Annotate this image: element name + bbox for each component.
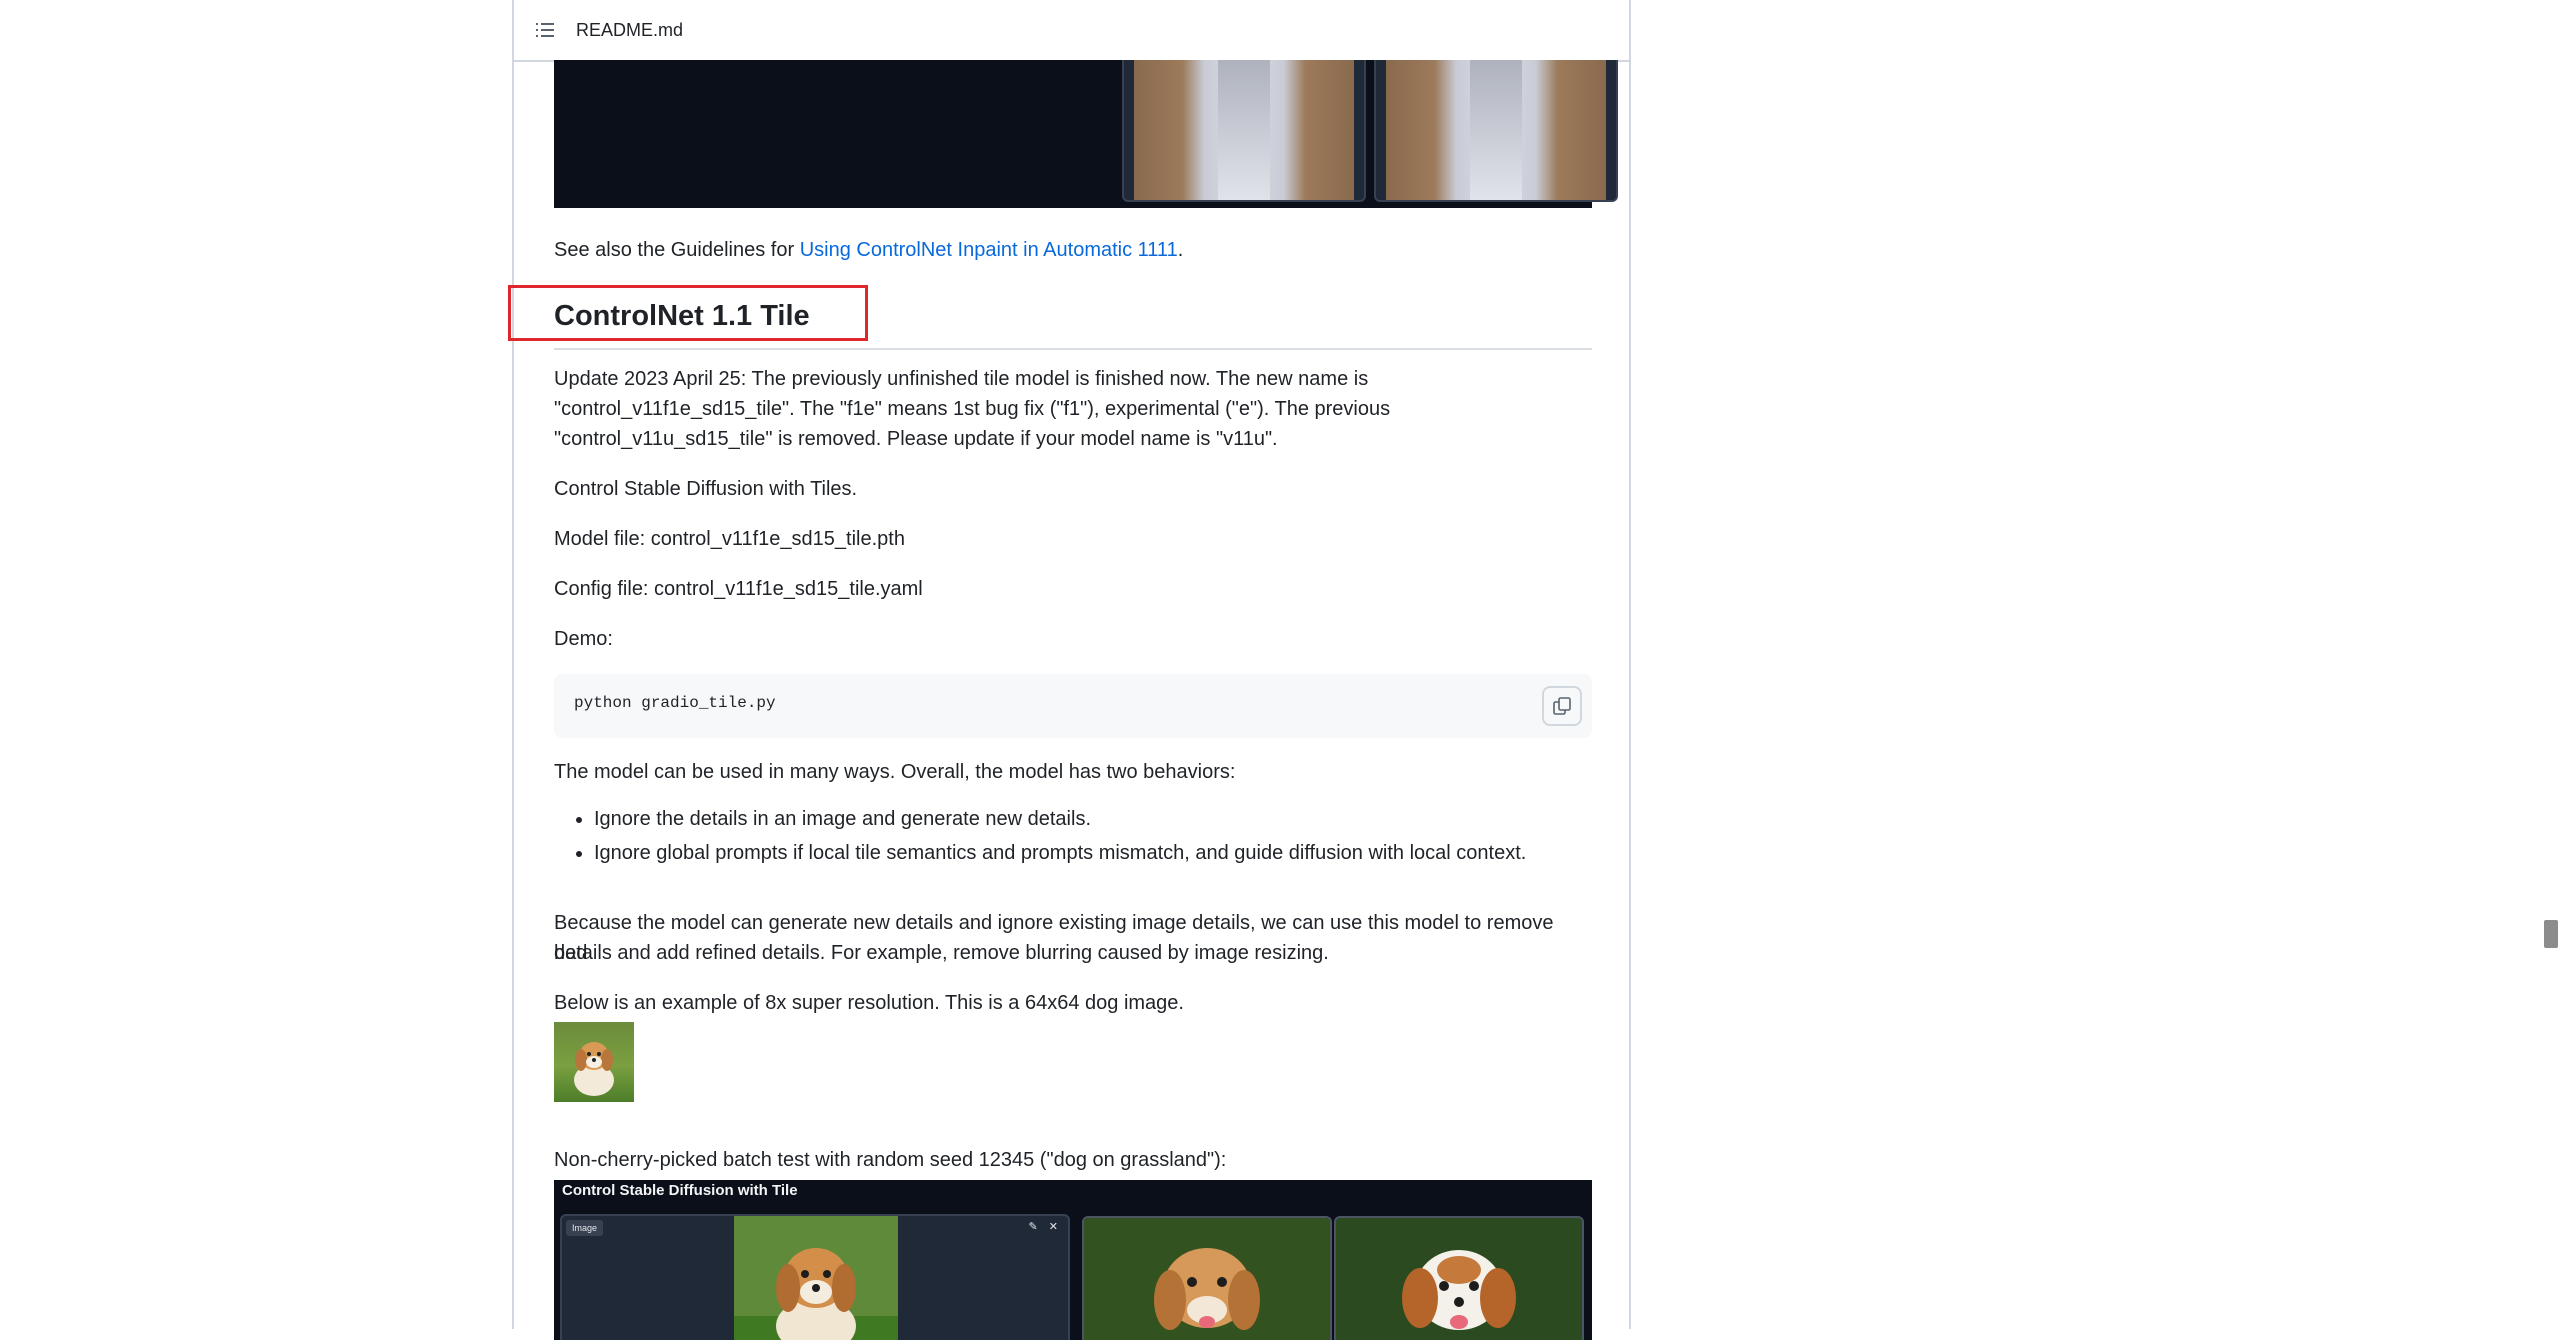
inpaint-demo-image [554,60,1618,208]
batch-test-text: Non-cherry-picked batch test with random… [554,1149,1227,1171]
readme-panel: README.md See also the Guidelines for Us… [512,0,1631,1340]
because-line-2: details and add refined details. For exa… [554,942,1329,964]
demo-output-dog [1336,1218,1582,1340]
demo-output-pane [1082,1216,1332,1340]
update-note-line-2: "control_v11f1e_sd15_tile". The "f1e" me… [554,398,1391,420]
copy-icon [1553,697,1571,715]
code-block: python gradio_tile.py [554,674,1592,738]
table-of-contents-button[interactable] [534,19,556,41]
section-heading: ControlNet 1.1 Tile [554,296,1592,350]
demo-label: Demo: [554,628,613,650]
section-title: ControlNet 1.1 Tile [554,300,810,332]
inpaint-guidelines-link[interactable]: Using ControlNet Inpaint in Automatic 11… [800,239,1178,261]
intro-text: Control Stable Diffusion with Tiles. [554,478,858,500]
config-file-text: Config file: control_v11f1e_sd15_tile.ya… [554,578,923,600]
guidelines-paragraph: See also the Guidelines for Using Contro… [554,235,1592,265]
demo-output-image [1122,60,1366,202]
copy-button[interactable] [1542,686,1582,726]
image-tag: Image [566,1220,604,1236]
guidelines-suffix: . [1177,239,1184,261]
behaviors-list: Ignore the details in an image and gener… [554,802,1594,870]
demo-input-dog [734,1216,898,1340]
pane-icons: ✎ ✕ [1028,1221,1062,1233]
tile-demo-image: Control Stable Diffusion with Tile Image… [554,1180,1592,1340]
guidelines-prefix: See also the Guidelines for [554,239,800,261]
demo-output-image [1374,60,1618,202]
file-name: README.md [576,19,684,40]
list-item: Ignore the details in an image and gener… [594,802,1594,836]
demo-output-pane [1334,1216,1584,1340]
readme-header: README.md [514,0,1629,62]
demo-output-dog [1084,1218,1330,1340]
behaviors-intro: The model can be used in many ways. Over… [554,761,1236,783]
model-file-text: Model file: control_v11f1e_sd15_tile.pth [554,528,905,550]
dog-64x64-image [554,1022,634,1102]
example-intro: Below is an example of 8x super resoluti… [554,992,1184,1014]
list-unordered-icon [536,23,554,37]
list-item: Ignore global prompts if local tile sema… [594,836,1594,870]
demo-title: Control Stable Diffusion with Tile [562,1182,798,1199]
dog-illustration [574,1042,614,1096]
demo-input-pane: Image ✎ ✕ [560,1214,1070,1340]
update-note-line-1: Update 2023 April 25: The previously unf… [554,368,1369,390]
page-scrollbar-thumb[interactable] [2544,920,2558,948]
code-text[interactable]: python gradio_tile.py [574,694,776,712]
update-note-line-3: "control_v11u_sd15_tile" is removed. Ple… [554,428,1278,450]
